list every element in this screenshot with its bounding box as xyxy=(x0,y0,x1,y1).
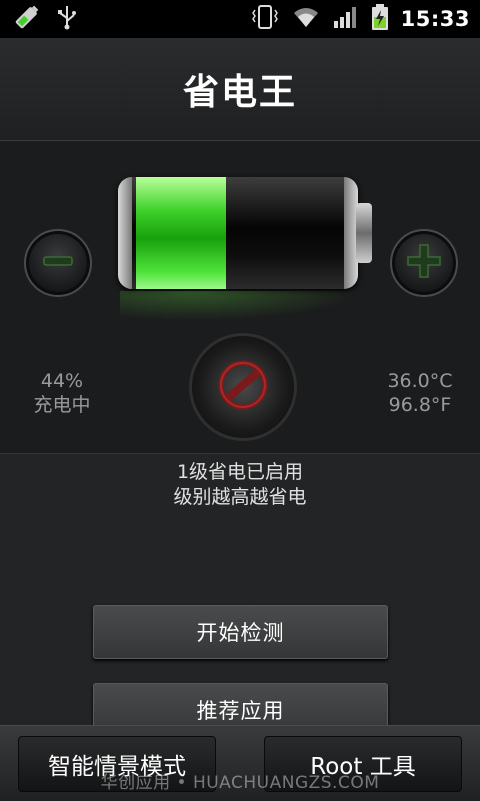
battery-left-cap xyxy=(118,177,132,289)
decrease-level-button[interactable] xyxy=(24,229,92,297)
battery-glow xyxy=(120,291,360,321)
battery-percent: 44% xyxy=(40,370,84,392)
charging-battery-icon xyxy=(371,3,389,35)
charging-status: 充电中 xyxy=(33,394,91,416)
app-title: 省电王 xyxy=(182,72,297,113)
status-message: 1级省电已启用 级别越高越省电 xyxy=(0,460,480,510)
battery-level-fill xyxy=(136,177,226,289)
battery-panel: 44% 充电中 36.0°C 96.8°F xyxy=(0,141,480,454)
status-line-2: 级别越高越省电 xyxy=(173,486,307,508)
minus-icon xyxy=(40,243,76,283)
temperature-info: 36.0°C 96.8°F xyxy=(372,369,468,417)
start-check-button[interactable]: 开始检测 xyxy=(93,605,388,659)
power-saving-toggle[interactable] xyxy=(189,333,297,441)
no-entry-icon xyxy=(215,357,271,417)
wifi-icon xyxy=(291,5,321,33)
title-bar: 省电王 xyxy=(0,38,480,141)
status-bar: 15:33 xyxy=(0,0,480,38)
signal-icon xyxy=(333,5,359,33)
increase-level-button[interactable] xyxy=(390,229,458,297)
temperature-celsius: 36.0°C xyxy=(387,370,453,392)
status-line-1: 1级省电已启用 xyxy=(176,461,304,483)
battery-graphic xyxy=(118,177,358,289)
battery-info: 44% 充电中 xyxy=(22,369,102,417)
clock: 15:33 xyxy=(400,7,470,31)
usb-icon xyxy=(56,4,78,34)
watermark: 华创应用 • HUACHUANGZS.COM xyxy=(100,773,380,793)
battery-terminal xyxy=(356,203,372,263)
battery-app-icon xyxy=(12,2,42,36)
vibrate-icon xyxy=(251,4,279,34)
plus-icon xyxy=(404,241,444,285)
temperature-fahrenheit: 96.8°F xyxy=(388,394,452,416)
